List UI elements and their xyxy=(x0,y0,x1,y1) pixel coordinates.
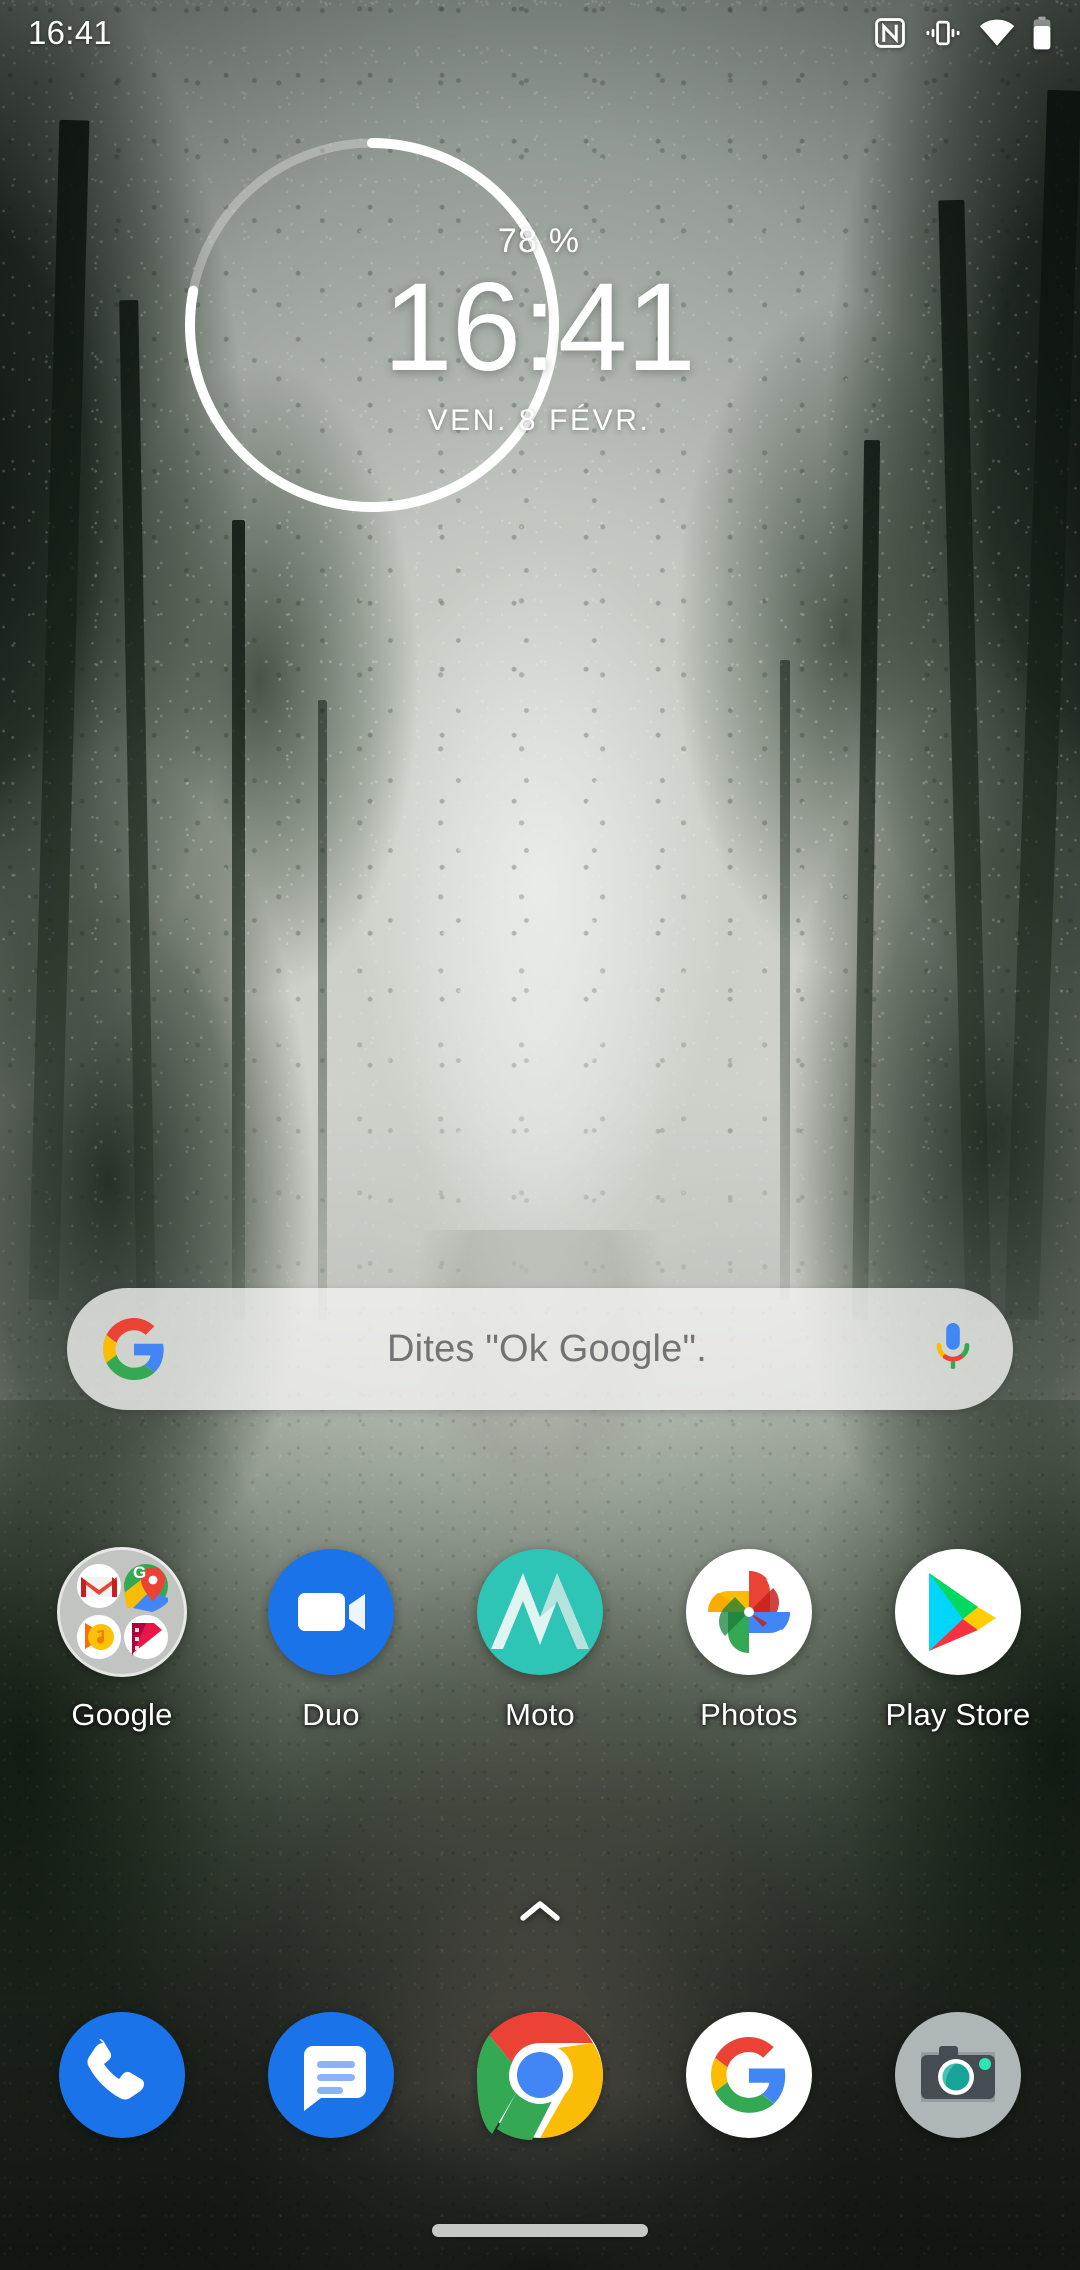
moto-icon[interactable] xyxy=(473,1545,607,1679)
nfc-icon xyxy=(873,16,907,50)
dock xyxy=(0,1990,1080,2160)
clock-colon: : xyxy=(522,258,557,398)
app-label: Google xyxy=(71,1697,173,1732)
dock-cell-chrome[interactable] xyxy=(452,2008,628,2142)
phone-icon[interactable] xyxy=(55,2008,189,2142)
dock-cell-messages[interactable] xyxy=(243,2008,419,2142)
play-store-icon[interactable] xyxy=(891,1545,1025,1679)
svg-text:G: G xyxy=(133,1563,146,1582)
app-cell-moto[interactable]: Moto xyxy=(452,1545,628,1733)
battery-percent-label: 78 % xyxy=(497,222,581,261)
clock-widget[interactable]: 78 % 16 : 41 VEN. 8 FÉVR. xyxy=(0,138,1080,520)
app-cell-google-folder[interactable]: G Google xyxy=(34,1545,210,1733)
google-g-icon[interactable] xyxy=(682,2008,816,2142)
clock-hours: 16 xyxy=(383,258,521,398)
wifi-icon xyxy=(979,18,1015,48)
google-folder-icon[interactable]: G xyxy=(55,1545,189,1679)
app-drawer-handle[interactable] xyxy=(0,1885,1080,1937)
google-photos-icon[interactable] xyxy=(682,1545,816,1679)
dock-cell-google[interactable] xyxy=(661,2008,837,2142)
gesture-pill[interactable] xyxy=(432,2223,648,2237)
app-cell-photos[interactable]: Photos xyxy=(661,1545,837,1733)
status-bar-clock: 16:41 xyxy=(28,14,113,51)
status-bar[interactable]: 16:41 xyxy=(0,0,1080,66)
clock-time: 16 : 41 xyxy=(383,258,696,398)
status-bar-icons xyxy=(873,16,1052,50)
clock-minutes: 41 xyxy=(557,258,696,398)
dock-cell-camera[interactable] xyxy=(870,2008,1046,2142)
app-label: Photos xyxy=(700,1697,798,1732)
app-label: Duo xyxy=(302,1697,360,1732)
chrome-icon[interactable] xyxy=(473,2008,607,2142)
app-cell-play-store[interactable]: Play Store xyxy=(870,1545,1046,1733)
battery-icon xyxy=(1032,16,1052,50)
dock-cell-phone[interactable] xyxy=(34,2008,210,2142)
vibrate-icon xyxy=(924,16,962,50)
clock-date: VEN. 8 FÉVR. xyxy=(427,403,651,437)
app-cell-duo[interactable]: Duo xyxy=(243,1545,419,1733)
google-search-bar[interactable]: Dites "Ok Google". xyxy=(67,1288,1013,1410)
app-label: Play Store xyxy=(885,1697,1031,1732)
app-grid: G Google Duo Moto Photos Play Store xyxy=(0,1545,1080,1775)
messages-icon[interactable] xyxy=(264,2008,398,2142)
chevron-up-icon[interactable] xyxy=(518,1897,562,1925)
clock-widget-inner: 78 % 16 : 41 VEN. 8 FÉVR. xyxy=(0,222,1079,438)
search-placeholder: Dites "Ok Google". xyxy=(387,1327,707,1370)
camera-icon[interactable] xyxy=(891,2008,1025,2142)
app-label: Moto xyxy=(505,1697,575,1732)
google-g-icon xyxy=(103,1318,165,1380)
navigation-bar xyxy=(0,2190,1080,2270)
microphone-icon[interactable] xyxy=(929,1318,977,1380)
duo-icon[interactable] xyxy=(264,1545,398,1679)
